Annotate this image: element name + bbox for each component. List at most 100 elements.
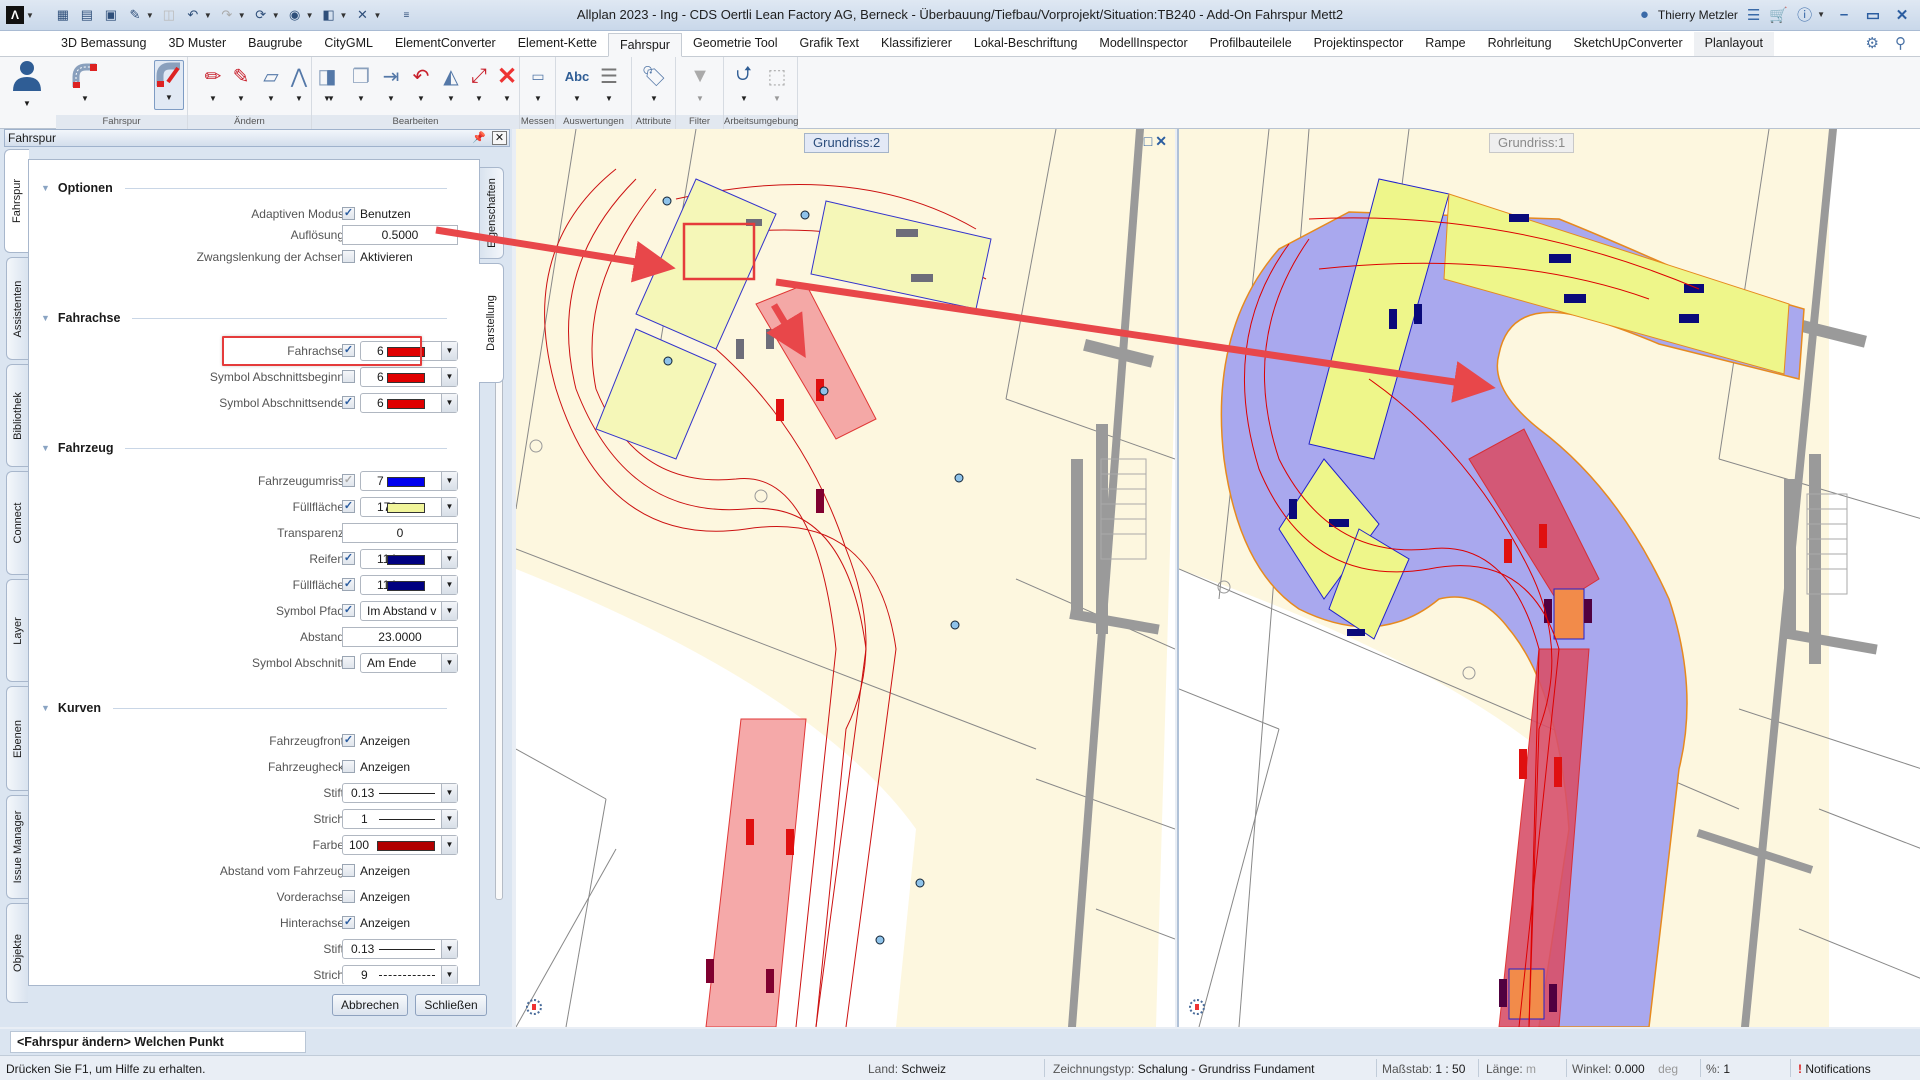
- cancel-button[interactable]: Abbrechen: [332, 994, 408, 1016]
- refresh-icon[interactable]: ⟳: [252, 6, 270, 24]
- edit-doc-icon[interactable]: ✎: [126, 6, 144, 24]
- ribbon-tab-sketchupconverter[interactable]: SketchUpConverter: [1563, 32, 1694, 56]
- fahrspur-edit-button[interactable]: ▼: [154, 60, 184, 110]
- ribbon-tab-baugrube[interactable]: Baugrube: [237, 32, 313, 56]
- print-preview-icon[interactable]: ◫: [160, 6, 178, 24]
- project-icon[interactable]: ▦: [54, 6, 72, 24]
- ribbon-tab-elementconverter[interactable]: ElementConverter: [384, 32, 507, 56]
- fahrzeugheck-checkbox[interactable]: [342, 760, 355, 773]
- redo-icon[interactable]: ↷: [218, 6, 236, 24]
- chevron-down-icon[interactable]: ▼: [204, 11, 212, 20]
- stift-2-select[interactable]: 0.13 ▼: [342, 939, 458, 959]
- user-icon[interactable]: ●: [1640, 6, 1649, 23]
- side-tab-issue-manager[interactable]: Issue Manager: [6, 795, 28, 899]
- drawing-canvas-left[interactable]: [516, 129, 1175, 1027]
- fuellflaeche-color-select[interactable]: 172▼: [360, 497, 458, 517]
- ribbon-tab-fahrspur[interactable]: Fahrspur: [607, 33, 682, 57]
- ribbon-tab-modellinspector[interactable]: ModellInspector: [1088, 32, 1198, 56]
- scale-button[interactable]: ⤢ ▼: [464, 62, 494, 108]
- side-tab-ebenen[interactable]: Ebenen: [6, 686, 28, 791]
- delete-button[interactable]: ✕ ▼: [492, 62, 522, 108]
- fuellflaeche-checkbox[interactable]: ✓: [342, 500, 355, 513]
- user-avatar-button[interactable]: ▼: [10, 59, 44, 119]
- modify-point-button[interactable]: ✎ ▼: [226, 62, 256, 108]
- modify-pencil-button[interactable]: ✏ ▼: [198, 62, 228, 108]
- fahrspur-create-button[interactable]: ▼: [70, 62, 100, 108]
- side-tab-connect[interactable]: Connect: [6, 471, 28, 575]
- drawing-canvas-right[interactable]: [1179, 129, 1920, 1027]
- tab-darstellung[interactable]: Darstellung: [479, 263, 504, 383]
- viewport-grundriss-2[interactable]: Grundriss:2 □ ✕: [516, 129, 1175, 1027]
- window-layout-icon[interactable]: ◧: [320, 6, 338, 24]
- copy-button[interactable]: ❐ ▼: [346, 62, 376, 108]
- view-icon[interactable]: ◉: [286, 6, 304, 24]
- ribbon-tab-klassifizierer[interactable]: Klassifizierer: [870, 32, 963, 56]
- status-laenge[interactable]: Länge: m: [1486, 1062, 1536, 1076]
- section-fahrzeug[interactable]: ▼ Fahrzeug: [41, 440, 461, 456]
- close-viewport-icon[interactable]: ✕: [1155, 133, 1167, 150]
- section-fahrachse[interactable]: ▼ Fahrachse: [41, 310, 461, 326]
- app-menu-button[interactable]: Λ: [6, 6, 24, 24]
- zwangslenkung-checkbox[interactable]: [342, 250, 355, 263]
- fahrachse-checkbox-1[interactable]: [342, 370, 355, 383]
- maximize-button[interactable]: ▭: [1863, 6, 1883, 24]
- chevron-down-icon[interactable]: ▼: [146, 11, 154, 20]
- ribbon-tab-rohrleitung[interactable]: Rohrleitung: [1477, 32, 1563, 56]
- label-text-button[interactable]: Abc ▼: [562, 62, 592, 108]
- pin-icon[interactable]: 📌: [472, 130, 486, 146]
- viewport-grundriss-1[interactable]: Grundriss:1: [1177, 129, 1920, 1027]
- tools-icon[interactable]: ✕: [353, 6, 371, 24]
- chevron-down-icon[interactable]: ▼: [272, 11, 280, 20]
- ribbon-tab-rampe[interactable]: Rampe: [1414, 32, 1476, 56]
- measure-button[interactable]: ▭ ▼: [523, 62, 553, 108]
- ribbon-tab-3d-muster[interactable]: 3D Muster: [157, 32, 237, 56]
- abstand-vom-fahrzeug-checkbox[interactable]: [342, 864, 355, 877]
- strich-2-select[interactable]: 9 ▼: [342, 965, 458, 984]
- chevron-down-icon[interactable]: ▼: [238, 11, 246, 20]
- modify-area-button[interactable]: ▱ ▼: [256, 62, 286, 108]
- viewport-label-right[interactable]: Grundriss:1: [1489, 133, 1575, 153]
- command-prompt[interactable]: <Fahrspur ändern> Welchen Punkt verschie…: [10, 1031, 306, 1069]
- farbe-select[interactable]: 100 ▼: [342, 835, 458, 855]
- side-tab-objekte[interactable]: Objekte: [6, 903, 28, 1003]
- chevron-down-icon[interactable]: ▼: [373, 11, 381, 20]
- ribbon-tab-grafik-text[interactable]: Grafik Text: [789, 32, 871, 56]
- side-tab-bibliothek[interactable]: Bibliothek: [6, 364, 28, 467]
- server-icon[interactable]: ☰: [1747, 6, 1760, 24]
- symbol-abschnitt-checkbox[interactable]: [342, 656, 355, 669]
- status-massstab[interactable]: Maßstab: 1 : 50: [1382, 1062, 1465, 1076]
- customize-qat-icon[interactable]: ≡: [397, 6, 415, 24]
- symbol-abschnitt-select[interactable]: Am Ende ▼: [360, 653, 458, 673]
- settings-gear-icon[interactable]: ⚙: [1866, 34, 1879, 52]
- side-tab-assistenten[interactable]: Assistenten: [6, 257, 28, 360]
- ribbon-tab-lokal-beschriftung[interactable]: Lokal-Beschriftung: [963, 32, 1089, 56]
- report-button[interactable]: ☰ ▼: [594, 62, 624, 108]
- stretch-button[interactable]: ⇥ ▼: [376, 62, 406, 108]
- maximize-viewport-icon[interactable]: □: [1144, 133, 1152, 150]
- vorderachse-checkbox[interactable]: [342, 890, 355, 903]
- ribbon-tab-element-kette[interactable]: Element-Kette: [507, 32, 608, 56]
- fahrachse-pen-select-1[interactable]: 6 ▼: [360, 367, 458, 387]
- tab-eigenschaften[interactable]: Eigenschaften: [480, 167, 504, 259]
- close-window-button[interactable]: ✕: [1892, 6, 1912, 24]
- ribbon-tab-citygml[interactable]: CityGML: [313, 32, 384, 56]
- fahrzeugfront-checkbox[interactable]: ✓: [342, 734, 355, 747]
- layer-colors-icon[interactable]: ▤: [78, 6, 96, 24]
- wall-hinge-button[interactable]: ▮ ▼: [316, 62, 346, 108]
- ribbon-tab-3d-bemassung[interactable]: 3D Bemassung: [50, 32, 157, 56]
- reifen-checkbox[interactable]: ✓: [342, 552, 355, 565]
- transparenz-input[interactable]: 0: [342, 523, 458, 543]
- ribbon-tab-planlayout[interactable]: Planlayout: [1693, 32, 1774, 56]
- fahrzeugumriss-checkbox[interactable]: ✓: [342, 474, 355, 487]
- fahrzeugumriss-color-select[interactable]: 7 ▼: [360, 471, 458, 491]
- chevron-down-icon[interactable]: ▼: [306, 11, 314, 20]
- side-tab-layer[interactable]: Layer: [6, 579, 28, 682]
- chevron-down-icon[interactable]: ▼: [340, 11, 348, 20]
- stift-select[interactable]: 0.13 ▼: [342, 783, 458, 803]
- strich-select[interactable]: 1 ▼: [342, 809, 458, 829]
- fahrachse-pen-select-2[interactable]: 6 ▼: [360, 393, 458, 413]
- ribbon-tab-profilbauteilele[interactable]: Profilbauteilele: [1199, 32, 1303, 56]
- coordinate-system-button[interactable]: ⮍ ▼: [729, 62, 759, 108]
- navigation-icon[interactable]: [1189, 999, 1205, 1015]
- minimize-button[interactable]: –: [1834, 6, 1854, 23]
